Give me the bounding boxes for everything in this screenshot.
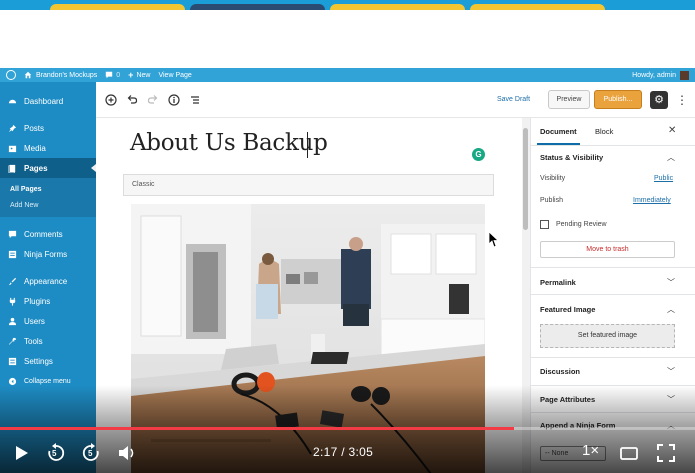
player-controls: 5 5 2:17 / 3:05 1×: [0, 436, 695, 468]
pages-icon: [8, 164, 16, 173]
wp-admin-bar: Brandon's Mockups 0 + New View Page Howd…: [0, 68, 695, 82]
tab-block[interactable]: Block: [595, 127, 613, 136]
sidebar-item-appearance[interactable]: Appearance: [0, 271, 96, 291]
add-block-icon[interactable]: [105, 94, 117, 106]
avatar: [680, 70, 689, 80]
play-icon[interactable]: [10, 442, 32, 464]
skip-forward-button[interactable]: 5: [80, 442, 102, 464]
user-icon: [8, 317, 17, 325]
volume-icon[interactable]: [116, 442, 138, 464]
new-content-link[interactable]: + New: [128, 70, 150, 80]
chevron-up-icon[interactable]: ︿: [667, 304, 675, 315]
pending-review-label: Pending Review: [556, 221, 607, 228]
strip-tab: [470, 4, 605, 10]
classic-block-toolbar[interactable]: Classic: [123, 174, 494, 196]
publish-date-toggle[interactable]: Immediately: [633, 197, 671, 204]
sidebar-item-settings[interactable]: Settings: [0, 351, 96, 371]
settings-sidebar: Document Block ✕ Status & Visibility ︿ V…: [530, 118, 695, 473]
grammarly-icon[interactable]: G: [472, 148, 485, 161]
strip-tab: [50, 4, 185, 10]
publish-label: Publish: [540, 197, 563, 204]
skip-back-button[interactable]: 5: [45, 442, 67, 464]
my-account-link[interactable]: Howdy, admin: [632, 70, 689, 80]
progress-bar-fill: [0, 427, 515, 430]
settings-gear-icon[interactable]: ⚙: [650, 91, 668, 109]
visibility-toggle[interactable]: Public: [654, 175, 673, 182]
page-attributes-heading[interactable]: Page Attributes: [540, 395, 595, 404]
text-cursor: [307, 132, 308, 158]
more-options-icon[interactable]: ⋮: [676, 92, 688, 108]
info-icon[interactable]: [168, 94, 180, 106]
home-icon: [24, 71, 32, 79]
admin-sidebar: Dashboard Posts Media Pages All Pages Ad…: [0, 82, 96, 473]
outline-icon[interactable]: [189, 94, 201, 106]
chevron-down-icon[interactable]: ﹀: [667, 366, 675, 377]
save-draft-button[interactable]: Save Draft: [497, 96, 530, 103]
form-icon: [8, 250, 17, 258]
submenu-item-all-pages[interactable]: All Pages: [0, 182, 96, 198]
media-icon: [8, 145, 17, 152]
playback-speed-button[interactable]: 1×: [582, 442, 599, 459]
site-name-link[interactable]: Brandon's Mockups: [24, 71, 97, 79]
plug-icon: [9, 297, 16, 306]
fullscreen-icon[interactable]: [655, 442, 677, 464]
dashboard-icon: [8, 99, 17, 103]
sidebar-item-users[interactable]: Users: [0, 311, 96, 331]
progress-bar[interactable]: [0, 427, 695, 430]
visibility-label: Visibility: [540, 175, 566, 182]
page-title[interactable]: About Us Backup: [130, 130, 328, 156]
plus-icon: +: [128, 70, 134, 80]
sidebar-item-comments[interactable]: Comments: [0, 224, 96, 244]
strip-tab: [190, 4, 325, 10]
chevron-down-icon[interactable]: ﹀: [667, 277, 675, 288]
tab-document[interactable]: Document: [537, 127, 580, 145]
brush-icon: [8, 277, 17, 285]
featured-image-heading[interactable]: Featured Image: [540, 305, 595, 314]
sidebar-collapse-menu[interactable]: Collapse menu: [0, 371, 96, 391]
wrench-icon: [8, 337, 17, 345]
sidebar-tabs: Document Block ✕: [531, 118, 695, 146]
sidebar-item-posts[interactable]: Posts: [0, 118, 96, 138]
comment-icon: [106, 71, 113, 79]
preview-button[interactable]: Preview: [548, 90, 590, 109]
sidebar-item-plugins[interactable]: Plugins: [0, 291, 96, 311]
pin-icon: [8, 124, 17, 132]
comments-link[interactable]: 0: [105, 71, 120, 79]
view-page-link[interactable]: View Page: [158, 72, 191, 79]
strip-tab: [330, 4, 465, 10]
publish-button[interactable]: Publish...: [594, 90, 642, 109]
playback-time: 2:17 / 3:05: [313, 445, 374, 459]
set-featured-image-button[interactable]: Set featured image: [540, 324, 675, 348]
submenu-item-add-new[interactable]: Add New: [0, 198, 96, 214]
sidebar-item-ninja-forms[interactable]: Ninja Forms: [0, 244, 96, 264]
sidebar-item-dashboard[interactable]: Dashboard: [0, 91, 96, 111]
move-to-trash-button[interactable]: Move to trash: [540, 241, 675, 258]
discussion-heading[interactable]: Discussion: [540, 367, 580, 376]
sidebar-item-pages[interactable]: Pages: [0, 158, 96, 178]
editor-canvas: About Us Backup G Classic: [96, 118, 522, 473]
sidebar-item-tools[interactable]: Tools: [0, 331, 96, 351]
video-frame: Brandon's Mockups 0 + New View Page Howd…: [0, 0, 695, 473]
status-visibility-heading[interactable]: Status & Visibility: [540, 153, 603, 162]
sidebar-item-media[interactable]: Media: [0, 138, 96, 158]
editor-scrollbar-thumb[interactable]: [523, 128, 528, 230]
pages-submenu: All Pages Add New: [0, 178, 96, 217]
mouse-cursor-icon: [489, 232, 499, 248]
permalink-heading[interactable]: Permalink: [540, 278, 576, 287]
office-photo-image: [131, 204, 485, 473]
chevron-down-icon[interactable]: ﹀: [667, 394, 675, 405]
wordpress-logo-icon[interactable]: [6, 70, 16, 80]
theater-mode-icon[interactable]: [618, 442, 640, 464]
editor-toolbar: Save Draft Preview Publish... ⚙ ⋮: [96, 82, 695, 118]
pending-review-checkbox[interactable]: [540, 220, 549, 229]
chevron-up-icon[interactable]: ︿: [667, 152, 675, 163]
close-icon[interactable]: ✕: [668, 125, 676, 136]
comment-icon: [8, 230, 17, 238]
collapse-icon: [8, 377, 17, 385]
undo-icon[interactable]: [126, 94, 138, 106]
previous-video-strip: [0, 0, 695, 10]
redo-icon[interactable]: [147, 94, 159, 106]
settings-icon: [8, 357, 17, 365]
